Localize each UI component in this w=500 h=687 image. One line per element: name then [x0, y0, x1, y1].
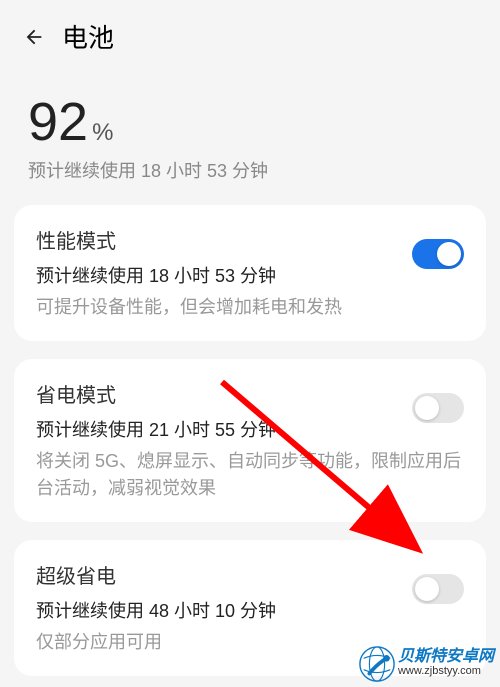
performance-mode-card: 性能模式 预计继续使用 18 小时 53 分钟 可提升设备性能，但会增加耗电和发… — [14, 205, 486, 341]
performance-mode-subtitle: 预计继续使用 18 小时 53 分钟 — [36, 262, 464, 288]
back-arrow-icon — [23, 26, 45, 48]
performance-mode-toggle[interactable] — [412, 239, 464, 269]
toggle-knob — [415, 577, 439, 601]
toggle-knob — [437, 242, 461, 266]
watermark-text: 贝斯特安卓网 www.zjbstyy.com — [398, 649, 494, 678]
watermark-cn: 贝斯特安卓网 — [398, 649, 494, 665]
performance-mode-desc: 可提升设备性能，但会增加耗电和发热 — [36, 294, 464, 321]
power-save-mode-card: 省电模式 预计继续使用 21 小时 55 分钟 将关闭 5G、熄屏显示、自动同步… — [14, 359, 486, 522]
watermark-url: www.zjbstyy.com — [398, 665, 481, 678]
power-save-mode-toggle[interactable] — [412, 393, 464, 423]
power-save-mode-desc: 将关闭 5G、熄屏显示、自动同步等功能，限制应用后台活动，减弱视觉效果 — [36, 448, 464, 502]
battery-estimate: 预计继续使用 18 小时 53 分钟 — [28, 157, 472, 183]
battery-percent-symbol: % — [92, 119, 113, 147]
power-save-mode-subtitle: 预计继续使用 21 小时 55 分钟 — [36, 416, 464, 442]
watermark-logo-icon — [358, 645, 396, 683]
page-title: 电池 — [62, 18, 114, 55]
super-save-mode-toggle[interactable] — [412, 574, 464, 604]
toggle-knob — [415, 396, 439, 420]
super-save-mode-subtitle: 预计继续使用 48 小时 10 分钟 — [36, 597, 464, 623]
battery-percent-value: 92 — [28, 91, 88, 153]
performance-mode-title: 性能模式 — [36, 225, 464, 254]
header: 电池 — [0, 0, 500, 73]
battery-percent: 92 % — [28, 91, 472, 153]
super-save-mode-title: 超级省电 — [36, 560, 464, 589]
back-button[interactable] — [20, 23, 48, 51]
battery-summary: 92 % 预计继续使用 18 小时 53 分钟 — [0, 73, 500, 205]
watermark: 贝斯特安卓网 www.zjbstyy.com — [358, 645, 494, 683]
power-save-mode-title: 省电模式 — [36, 379, 464, 408]
